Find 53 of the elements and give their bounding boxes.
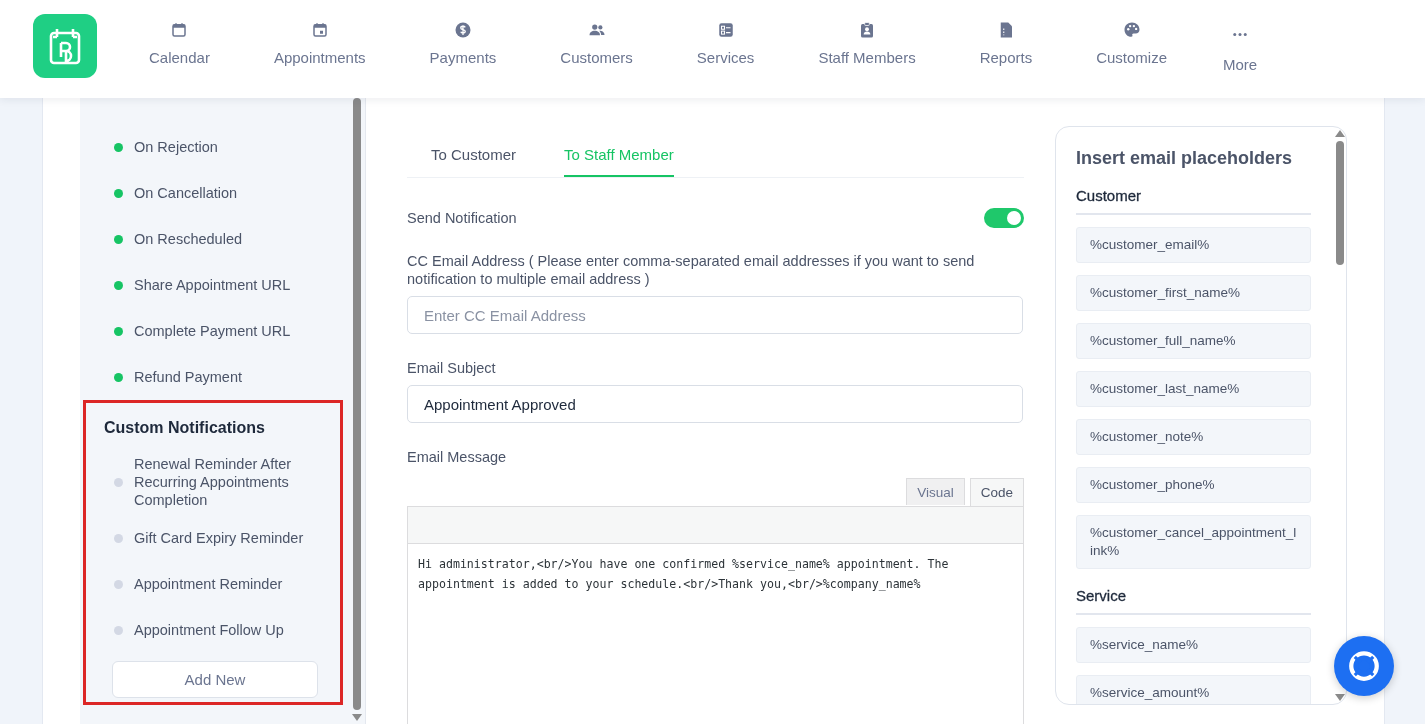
subject-field[interactable]: Appointment Approved [407, 385, 1023, 423]
section-heading: Custom Notifications [103, 419, 266, 437]
placeholder-chip[interactable]: %customer_first_name% [1076, 275, 1311, 311]
tab[interactable]: To Customer [431, 146, 517, 177]
placeholder-chip[interactable]: %customer_phone% [1076, 467, 1311, 503]
toggle-switch[interactable] [984, 208, 1024, 228]
nav-item[interactable]: Staff Members [818, 21, 916, 73]
editor-tab[interactable]: Visual [906, 478, 965, 505]
group-heading: Customer [1076, 187, 1311, 215]
field-label: CC Email Address ( Please enter comma-separated email addresses if you want to send notification to multiple email address ) [407, 252, 976, 288]
notification-item[interactable]: On Rejection [80, 124, 352, 170]
field-label: Email Message [407, 448, 508, 466]
notification-item[interactable]: On Cancellation [80, 170, 352, 216]
placeholder-chip[interactable]: %customer_cancel_appointment_link% [1076, 515, 1311, 569]
placeholder-chip[interactable]: %service_name% [1076, 627, 1311, 663]
notification-item[interactable]: Gift Card Expiry Reminder [86, 515, 340, 561]
placeholder-chip[interactable]: %service_amount% [1076, 675, 1311, 704]
palette-icon [1122, 21, 1141, 39]
group-heading: Service [1076, 587, 1311, 615]
calendar-icon [170, 21, 189, 39]
placeholder-chip[interactable]: %customer_full_name% [1076, 323, 1311, 359]
id-badge-icon [858, 21, 876, 39]
editor-tab[interactable]: Code [969, 478, 1024, 506]
field-label: Email Subject [407, 359, 497, 377]
field-label: Send Notification [407, 209, 517, 227]
lifebuoy-icon [1347, 649, 1381, 683]
nav-item[interactable]: More [1223, 25, 1258, 73]
placeholder-chip[interactable]: %customer_email% [1076, 227, 1311, 263]
message-field[interactable]: Hi administrator,<br/>You have one confirmed %service_name% appointment. The appointment is added to your schedule.<br/>Thank you,<br/>%company_name% [408, 544, 1023, 604]
notification-item[interactable]: On Rescheduled [80, 216, 352, 262]
notification-item[interactable]: Appointment Follow Up [86, 607, 340, 653]
list-icon [716, 21, 735, 39]
nav-item[interactable]: Customize [1096, 21, 1168, 73]
calendar-icon [310, 21, 329, 39]
nav-item[interactable]: Customers [560, 21, 633, 73]
notification-item[interactable]: Refund Payment [80, 354, 352, 400]
notification-item[interactable]: Appointment Reminder [86, 561, 340, 607]
panel-title: Insert email placeholders [1076, 148, 1294, 169]
dollar-icon [453, 21, 472, 39]
nav-item[interactable]: Payments [429, 21, 497, 73]
nav-item[interactable]: Reports [979, 21, 1033, 73]
logo-icon[interactable] [33, 14, 97, 78]
add-new-button[interactable]: Add New [112, 661, 318, 698]
notification-item[interactable]: Complete Payment URL [80, 308, 352, 354]
nav-item[interactable]: Services [696, 21, 755, 73]
placeholder-chip[interactable]: %customer_note% [1076, 419, 1311, 455]
notification-item[interactable]: Renewal Reminder After Recurring Appointments Completion [86, 445, 340, 515]
notification-item[interactable]: Share Appointment URL [80, 262, 352, 308]
nav-item[interactable]: Calendar [149, 21, 210, 73]
placeholder-chip[interactable]: %customer_last_name% [1076, 371, 1311, 407]
email-field[interactable]: Enter CC Email Address [407, 296, 1023, 334]
more-icon [1233, 33, 1248, 36]
nav-item[interactable]: Appointments [273, 21, 366, 73]
